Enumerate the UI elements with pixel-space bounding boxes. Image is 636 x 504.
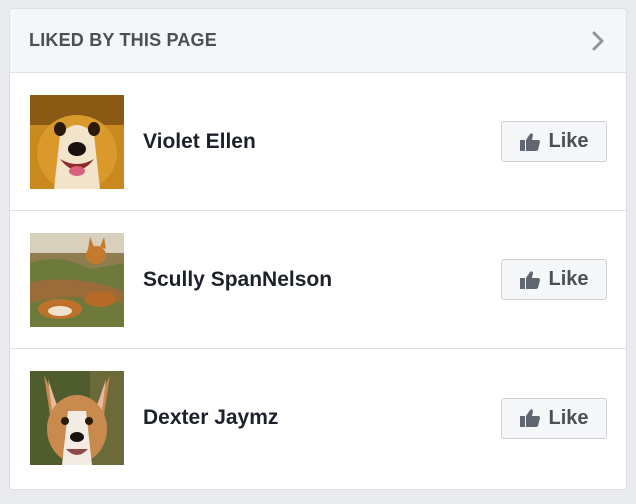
thumbs-up-icon xyxy=(519,132,541,152)
thumbs-up-icon xyxy=(519,408,541,428)
page-name-link[interactable]: Violet Ellen xyxy=(143,130,501,154)
like-button[interactable]: Like xyxy=(501,259,607,300)
page-name-link[interactable]: Dexter Jaymz xyxy=(143,406,501,430)
corgi-portrait-image xyxy=(30,371,124,465)
corgi-face-image xyxy=(30,94,124,189)
liked-by-this-page-card: LIKED BY THIS PAGE Violet Ellen Like Scu… xyxy=(9,8,627,490)
dogs-on-blanket-image xyxy=(30,232,124,327)
card-header: LIKED BY THIS PAGE xyxy=(10,9,626,73)
like-label: Like xyxy=(548,406,589,429)
like-button[interactable]: Like xyxy=(501,397,607,439)
like-label: Like xyxy=(548,268,589,290)
avatar[interactable] xyxy=(30,232,124,327)
like-button[interactable]: Like xyxy=(501,121,607,162)
card-title: LIKED BY THIS PAGE xyxy=(29,30,217,50)
chevron-right-icon[interactable] xyxy=(588,29,608,53)
thumbs-up-icon xyxy=(519,270,541,290)
list-item: Violet Ellen Like xyxy=(10,73,626,211)
avatar[interactable] xyxy=(30,371,124,465)
list-item: Dexter Jaymz Like xyxy=(10,349,626,487)
list-item: Scully SpanNelson Like xyxy=(10,211,626,349)
page-name-link[interactable]: Scully SpanNelson xyxy=(143,268,501,292)
avatar[interactable] xyxy=(30,94,124,189)
like-label: Like xyxy=(548,130,589,152)
